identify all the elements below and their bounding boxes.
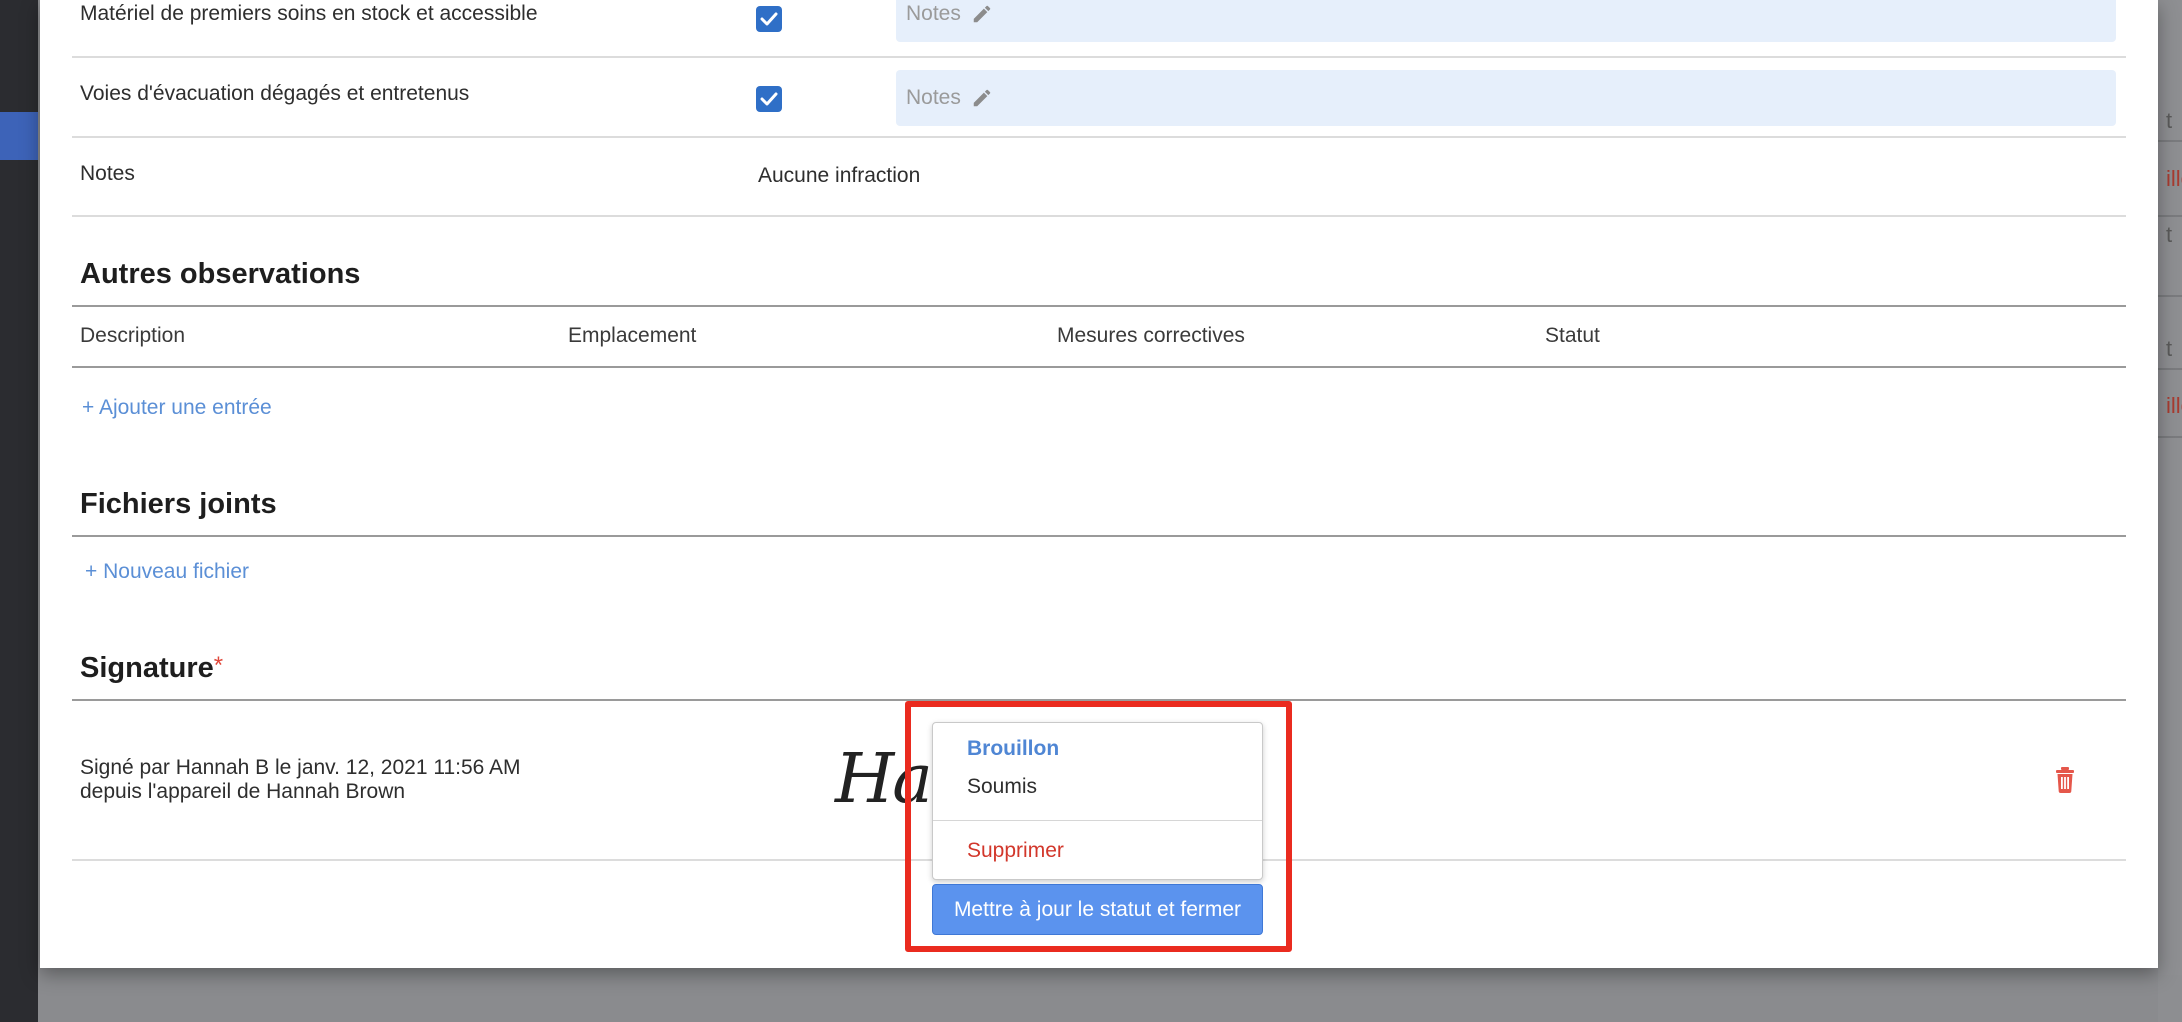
background-status-text: illo <box>2166 166 2182 191</box>
pencil-icon <box>973 89 991 107</box>
notes-input[interactable]: Notes <box>896 70 2116 126</box>
background-text: t <box>2166 222 2173 247</box>
signature-device: depuis l'appareil de Hannah Brown <box>80 780 406 803</box>
notes-placeholder: Notes <box>906 86 961 109</box>
notes-row-label: Notes <box>80 162 135 185</box>
background-divider <box>2158 295 2182 297</box>
column-header-status: Statut <box>1545 324 1600 347</box>
pencil-icon <box>973 5 991 23</box>
new-file-link[interactable]: + Nouveau fichier <box>85 560 249 584</box>
required-marker: * <box>213 652 224 679</box>
column-header-corrective-measures: Mesures correctives <box>1057 324 1245 347</box>
section-divider <box>72 305 2126 307</box>
signature-signed-by: Signé par Hannah B le janv. 12, 2021 11:… <box>80 756 521 779</box>
background-sidebar <box>0 0 38 1022</box>
background-divider <box>2158 140 2182 142</box>
background-overlay-bottom <box>38 968 2158 1022</box>
column-header-description: Description <box>80 324 186 347</box>
background-sidebar-active-item <box>0 112 38 160</box>
background-divider <box>2158 215 2182 217</box>
notes-placeholder: Notes <box>906 2 961 25</box>
signature-title-text: Signature <box>80 652 214 684</box>
checklist-item-checkbox[interactable] <box>756 6 782 32</box>
background-divider <box>2158 368 2182 370</box>
signature-info: Signé par Hannah B le janv. 12, 2021 11:… <box>80 756 521 804</box>
trash-icon[interactable] <box>2054 767 2076 793</box>
row-divider <box>72 136 2126 138</box>
table-header-divider <box>72 366 2126 368</box>
highlight-box <box>905 701 1292 952</box>
background-status-text: illo <box>2166 393 2182 418</box>
checklist-item-label: Voies d'évacuation dégagés et entretenus <box>80 82 470 105</box>
notes-input[interactable]: Notes <box>896 0 2116 42</box>
background-text: t <box>2166 108 2173 133</box>
background-text: t <box>2166 336 2173 361</box>
add-entry-link[interactable]: + Ajouter une entrée <box>82 396 272 420</box>
checklist-item-label: Matériel de premiers soins en stock et a… <box>80 2 538 25</box>
section-title-signature: Signature* <box>80 652 223 685</box>
row-divider <box>72 215 2126 217</box>
column-header-location: Emplacement <box>568 324 697 347</box>
checkmark-icon <box>760 12 778 26</box>
background-divider <box>2158 436 2182 438</box>
section-title-attachments: Fichiers joints <box>80 488 277 520</box>
background-table-edge: t illo t t illo <box>2158 0 2182 975</box>
notes-row-value: Aucune infraction <box>758 164 921 187</box>
checklist-item-checkbox[interactable] <box>756 86 782 112</box>
checkmark-icon <box>760 92 778 106</box>
row-divider <box>72 56 2126 58</box>
section-divider <box>72 535 2126 537</box>
section-title-other-observations: Autres observations <box>80 258 361 290</box>
